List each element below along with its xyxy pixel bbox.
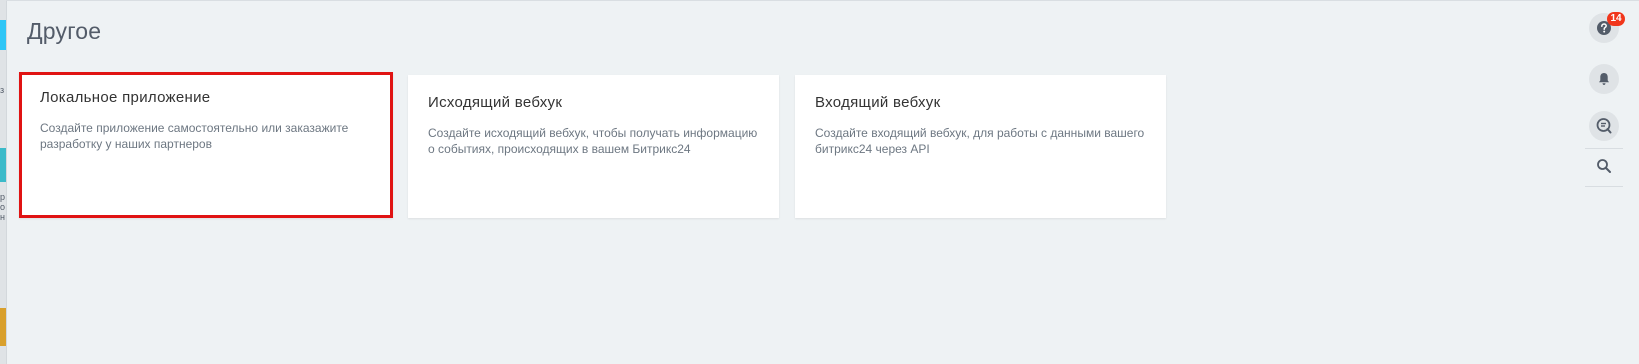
page: з рон Другое Локальное приложение Создай… [0, 0, 1639, 364]
card-description: Создайте входящий вебхук, для работы с д… [815, 126, 1145, 156]
card-title: Локальное приложение [40, 89, 211, 106]
card-description: Создайте исходящий вебхук, чтобы получат… [428, 126, 758, 156]
background-page-edge: з рон [0, 0, 7, 364]
search-button[interactable] [1589, 151, 1619, 181]
card-title: Входящий вебхук [815, 94, 941, 111]
top-divider [6, 0, 1639, 1]
background-accent-orange [0, 308, 6, 346]
card-description: Создайте приложение самостоятельно или з… [40, 121, 349, 151]
toolbar-divider [1585, 186, 1623, 187]
background-accent-blue [0, 20, 6, 50]
chat-search-icon [1595, 117, 1613, 135]
card-local-app[interactable]: Локальное приложение Создайте приложение… [19, 72, 393, 218]
card-outgoing-webhook[interactable]: Исходящий вебхук Создайте исходящий вебх… [408, 75, 779, 218]
notifications-button[interactable] [1589, 64, 1619, 94]
bell-icon [1596, 71, 1612, 87]
search-icon [1596, 158, 1612, 174]
background-accent-teal [0, 148, 6, 182]
background-glyph: рон [0, 192, 6, 222]
card-incoming-webhook[interactable]: Входящий вебхук Создайте входящий вебхук… [795, 75, 1166, 218]
page-title: Другое [27, 18, 102, 44]
toolbar-divider [1585, 148, 1623, 149]
background-glyph: з [0, 85, 5, 95]
chat-search-button[interactable] [1589, 111, 1619, 141]
card-title: Исходящий вебхук [428, 94, 563, 111]
right-toolbar [1584, 0, 1639, 364]
help-notification-badge: 14 [1607, 12, 1625, 26]
